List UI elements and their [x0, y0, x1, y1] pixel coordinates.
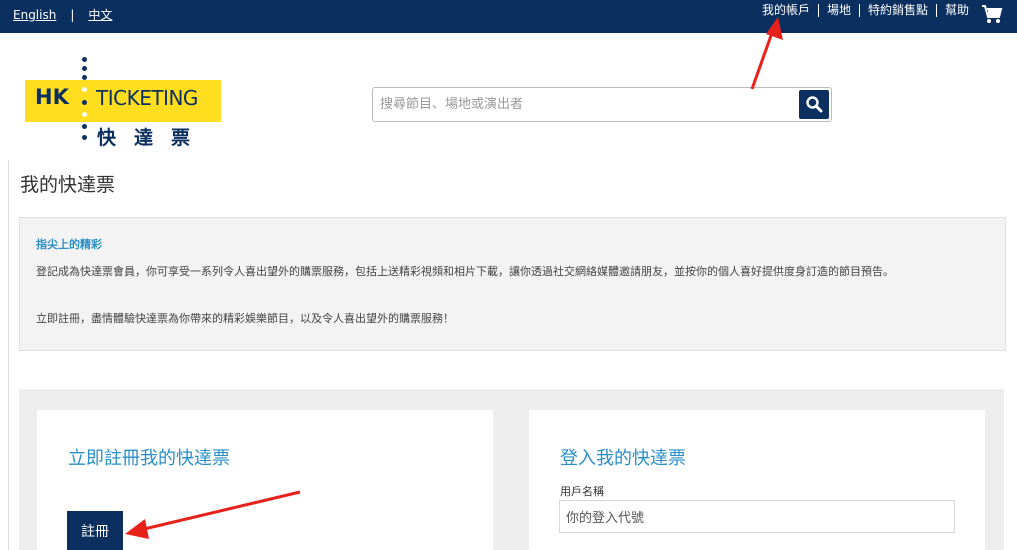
- top-nav: 我的帳戶 場地 特約銷售點 幫助: [754, 4, 977, 17]
- hk-ticketing-logo[interactable]: HK TICKETING 快達票: [25, 57, 221, 149]
- login-heading: 登入我的快達票: [560, 448, 686, 469]
- search-input[interactable]: [373, 88, 793, 121]
- language-switch: English | 中文: [13, 6, 112, 23]
- cart-icon[interactable]: [981, 4, 1003, 24]
- info-box: 指尖上的精彩 登記成為快達票會員，你可享受一系列令人喜出望外的購票服務，包括上送…: [19, 217, 1006, 351]
- lang-chinese-link[interactable]: 中文: [88, 6, 112, 23]
- login-panel: 登入我的快達票 用戶名稱: [529, 410, 985, 550]
- info-heading: 指尖上的精彩: [36, 238, 102, 251]
- register-panel: 立即註冊我的快達票 註冊: [37, 410, 493, 550]
- username-label: 用戶名稱: [560, 485, 604, 498]
- lang-english-link[interactable]: English: [13, 8, 56, 22]
- logo-hk-text: HK: [35, 85, 69, 109]
- register-button[interactable]: 註冊: [67, 511, 123, 550]
- nav-my-account[interactable]: 我的帳戶: [754, 4, 819, 17]
- info-paragraph-2: 立即註冊，盡情體驗快達票為你帶來的精彩娛樂節目，以及令人喜出望外的購票服務！: [36, 312, 454, 325]
- top-bar: English | 中文 我的帳戶 場地 特約銷售點 幫助: [0, 0, 1017, 33]
- logo-chinese-text: 快達票: [97, 127, 209, 149]
- username-input[interactable]: [559, 500, 955, 533]
- nav-venues[interactable]: 場地: [819, 4, 860, 17]
- page-title: 我的快達票: [20, 174, 116, 196]
- search-button[interactable]: [799, 90, 829, 119]
- logo-ticketing-text: TICKETING: [96, 86, 198, 110]
- register-heading: 立即註冊我的快達票: [68, 448, 230, 469]
- info-paragraph-1: 登記成為快達票會員，你可享受一系列令人喜出望外的購票服務，包括上送精彩視頻和相片…: [36, 265, 894, 278]
- nav-outlets[interactable]: 特約銷售點: [860, 4, 937, 17]
- lang-separator: |: [70, 7, 75, 22]
- search-icon: [806, 96, 823, 113]
- search-box: [372, 87, 832, 122]
- nav-help[interactable]: 幫助: [937, 4, 977, 17]
